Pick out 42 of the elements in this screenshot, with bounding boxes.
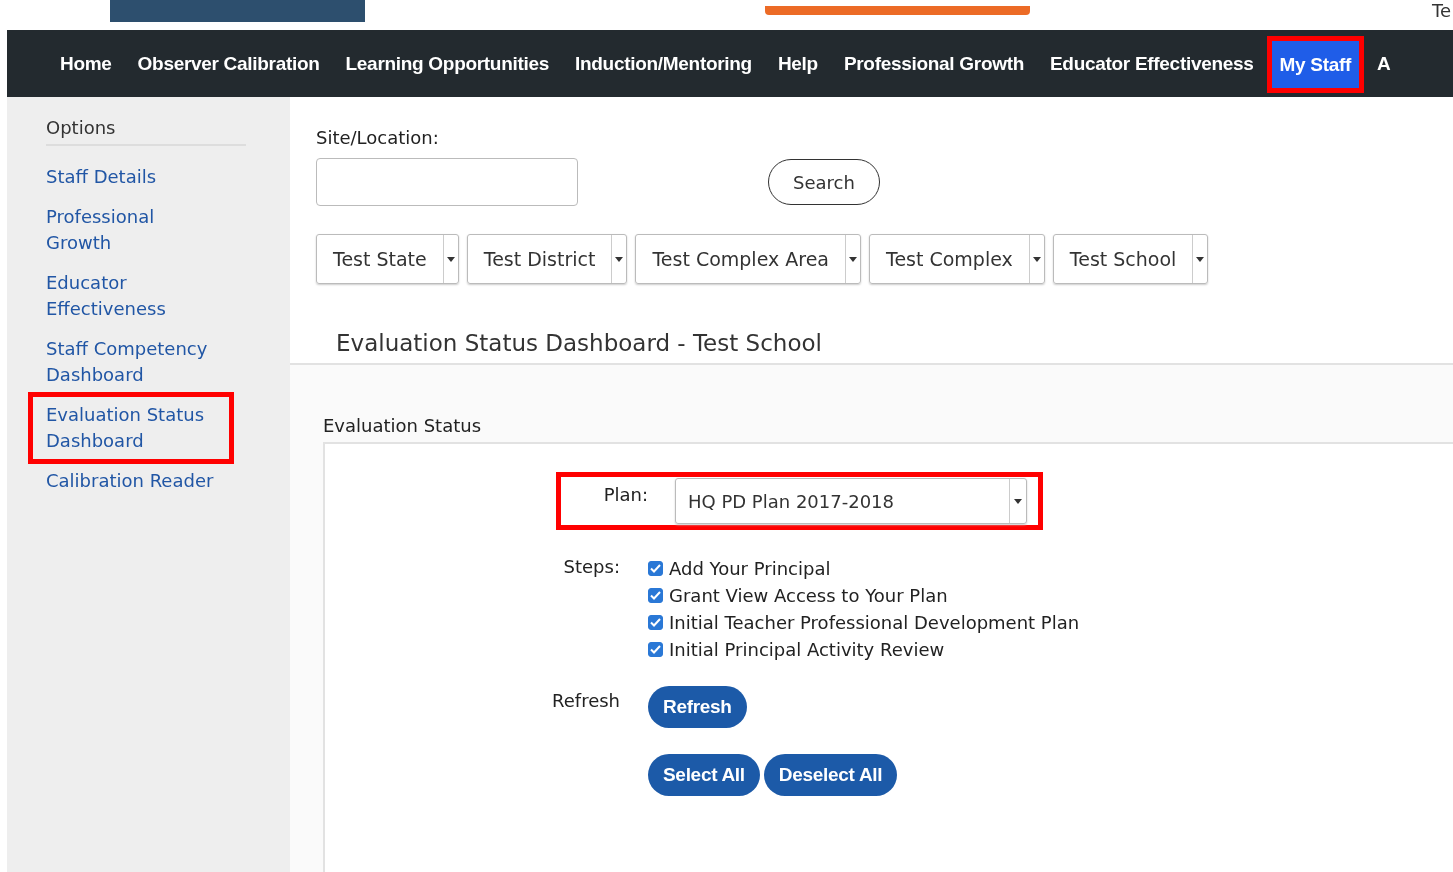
caret-icon	[1196, 256, 1205, 262]
deselect-all-button[interactable]: Deselect All	[763, 754, 898, 796]
site-label: Site/Location:	[316, 127, 440, 148]
plan-label: Plan:	[602, 483, 649, 505]
nav-link[interactable]: Educator Effectiveness	[1037, 30, 1267, 97]
step-checkbox[interactable]	[648, 588, 663, 603]
step-label: Initial Principal Activity Review	[669, 639, 945, 660]
nav-link[interactable]: Professional Growth	[830, 30, 1037, 97]
corner-text: Te	[1432, 0, 1451, 21]
plan-dropdown[interactable]: HQ PD Plan 2017-2018	[675, 478, 1027, 524]
nav-link[interactable]: My Staff	[1266, 36, 1365, 93]
nav-link[interactable]: Induction/Mentoring	[562, 30, 765, 97]
caret-icon	[615, 256, 624, 262]
nav-link[interactable]: Help	[764, 30, 831, 97]
step-label: Initial Teacher Professional Development Plan	[669, 612, 1080, 633]
nav-link[interactable]: Observer Calibration	[124, 30, 333, 97]
caret-icon	[446, 256, 455, 262]
refresh-button[interactable]: Refresh	[648, 686, 747, 728]
sidebar-title: Options	[46, 117, 246, 146]
step-checkbox[interactable]	[648, 615, 663, 630]
nav-link[interactable]: Learning Opportunities	[332, 30, 562, 97]
nav-link[interactable]: Home	[47, 30, 125, 97]
step-checkbox[interactable]	[648, 642, 663, 657]
caret-icon	[849, 256, 857, 262]
location-dropdown[interactable]: Test Complex	[869, 234, 1045, 284]
caret-icon	[1032, 256, 1041, 262]
step-label: Grant View Access to Your Plan	[669, 585, 948, 606]
location-dropdown[interactable]: Test State	[316, 234, 459, 284]
step-label: Add Your Principal	[669, 558, 831, 579]
page-heading: Evaluation Status Dashboard - Test School	[336, 330, 823, 356]
search-button[interactable]: Search	[768, 159, 880, 205]
step-checkbox[interactable]	[648, 561, 663, 576]
steps-label: Steps:	[562, 556, 621, 579]
refresh-label: Refresh	[551, 689, 621, 713]
select-all-button[interactable]: Select All	[648, 754, 760, 796]
location-dropdown[interactable]: Test District	[466, 234, 628, 284]
nav-link[interactable]: A	[1364, 30, 1404, 97]
site-input-field[interactable]	[316, 158, 578, 206]
location-dropdown[interactable]: Test Complex Area	[635, 234, 861, 284]
location-dropdown[interactable]: Test School	[1052, 234, 1209, 284]
section-title: Evaluation Status	[323, 415, 483, 436]
caret-icon	[1014, 498, 1022, 504]
